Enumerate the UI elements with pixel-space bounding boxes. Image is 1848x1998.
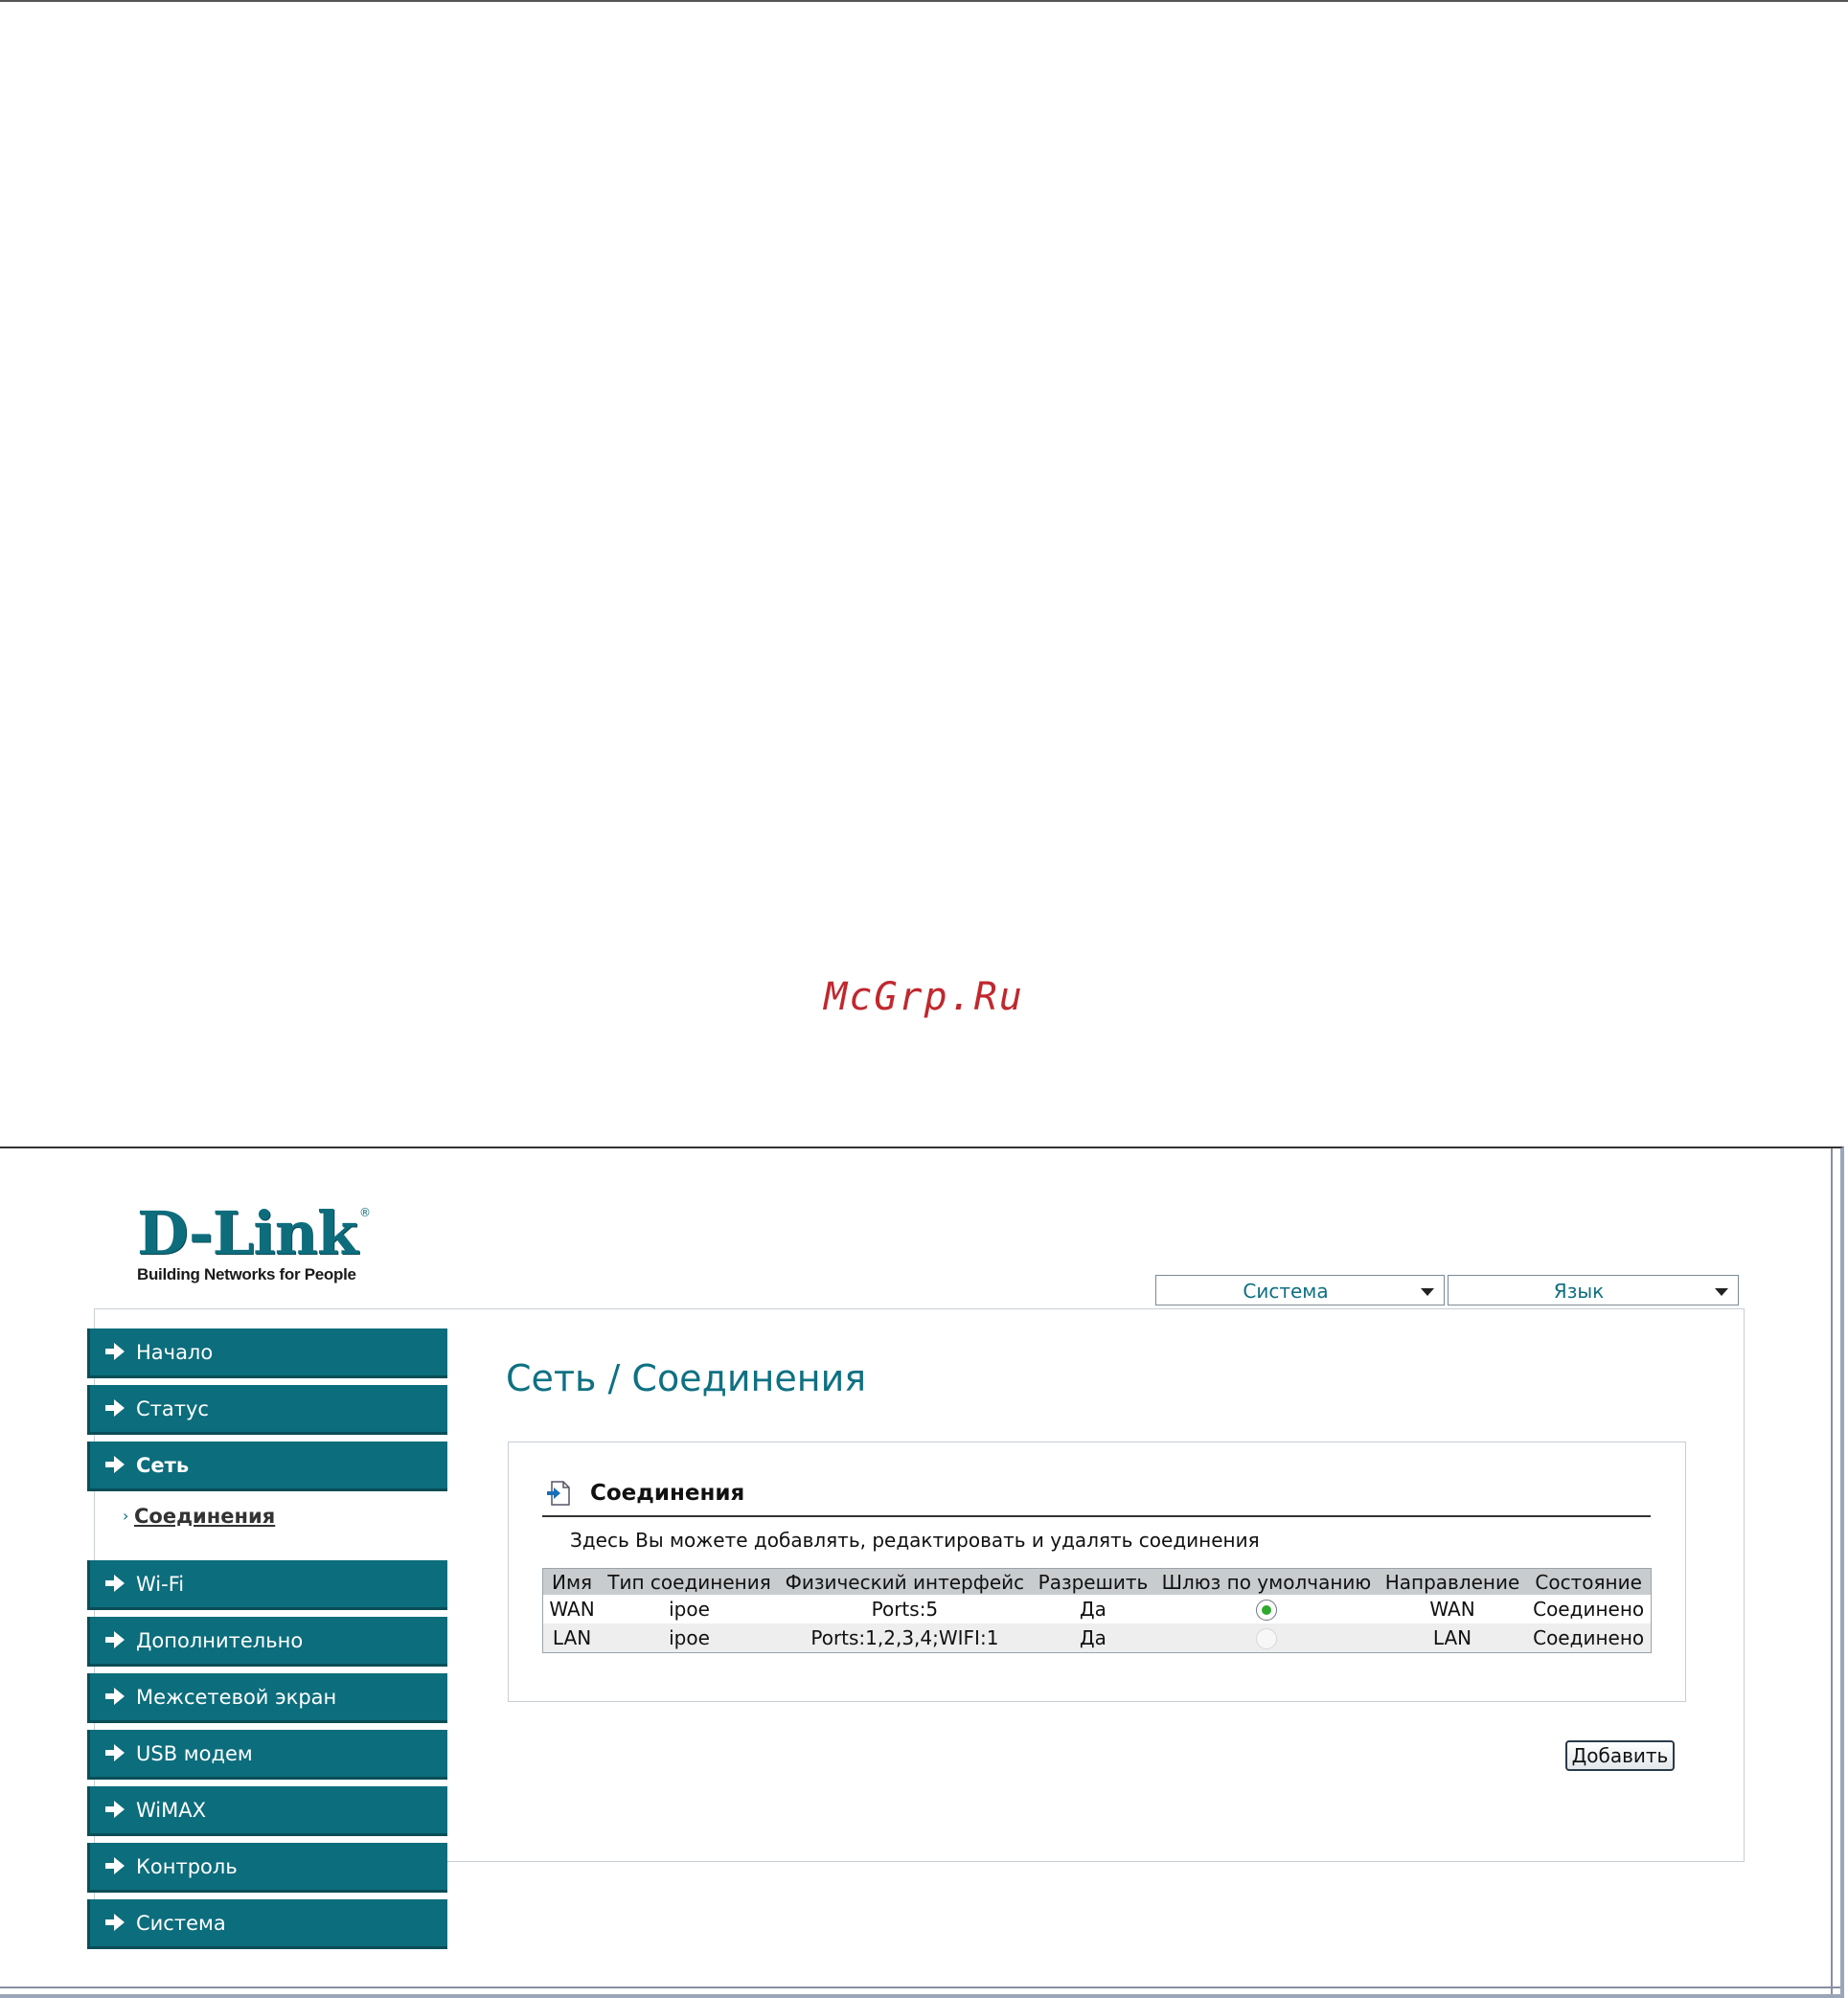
dlink-logo: D-Link ® Building Networks for People xyxy=(137,1198,371,1284)
chevron-down-icon xyxy=(1421,1288,1434,1296)
router-web-ui-screenshot: D-Link ® Building Networks for People Си… xyxy=(0,1147,1844,1998)
arrow-right-icon xyxy=(105,1744,125,1761)
system-menu-select[interactable]: Система xyxy=(1155,1275,1445,1306)
system-menu-label: Система xyxy=(1243,1280,1329,1303)
sidebar-item-network[interactable]: Сеть xyxy=(87,1442,447,1491)
sidebar-item-label: Система xyxy=(136,1912,226,1935)
arrow-right-icon xyxy=(105,1914,125,1931)
frame-edge-bottom xyxy=(0,1987,1840,1988)
sidebar-item-label: WiMAX xyxy=(136,1799,207,1822)
sidebar-item-label: Начало xyxy=(136,1341,214,1364)
cell-direction: LAN xyxy=(1378,1623,1527,1653)
connections-table: Имя Тип соединения Физический интерфейс … xyxy=(542,1568,1652,1653)
cell-type: ipoe xyxy=(601,1623,778,1653)
cell-default-gateway xyxy=(1154,1595,1379,1623)
default-gateway-radio[interactable] xyxy=(1255,1600,1277,1622)
cell-enabled: Да xyxy=(1031,1623,1155,1653)
column-header-name: Имя xyxy=(542,1568,602,1595)
cell-status: Соединено xyxy=(1526,1595,1652,1623)
document-arrow-icon xyxy=(547,1481,570,1506)
column-header-direction: Направление xyxy=(1378,1568,1527,1595)
chevron-down-icon xyxy=(1715,1288,1728,1296)
sidebar-item-label: Межсетевой экран xyxy=(136,1686,337,1709)
section-title: Соединения xyxy=(590,1481,745,1506)
column-header-interface: Физический интерфейс xyxy=(777,1568,1032,1595)
sidebar-item-firewall[interactable]: Межсетевой экран xyxy=(87,1673,447,1723)
language-menu-select[interactable]: Язык xyxy=(1448,1275,1739,1306)
cell-name: WAN xyxy=(542,1595,602,1623)
sidebar-item-label: Статус xyxy=(136,1397,209,1420)
sidebar-item-wimax[interactable]: WiMAX xyxy=(87,1786,447,1836)
add-button[interactable]: Добавить xyxy=(1565,1740,1675,1771)
column-header-status: Состояние xyxy=(1526,1568,1652,1595)
language-menu-label: Язык xyxy=(1553,1280,1605,1303)
sidebar-item-system[interactable]: Система xyxy=(87,1899,447,1949)
cell-interface: Ports:1,2,3,4;WIFI:1 xyxy=(777,1623,1032,1653)
cell-type: ipoe xyxy=(601,1595,778,1623)
page-title: Сеть / Соединения xyxy=(506,1357,867,1399)
cell-enabled: Да xyxy=(1031,1595,1155,1623)
arrow-right-icon xyxy=(105,1688,125,1705)
connections-section: Соединения Здесь Вы можете добавлять, ре… xyxy=(508,1442,1686,1702)
logo-tagline: Building Networks for People xyxy=(137,1265,356,1283)
sidebar-subitem-connections[interactable]: Соединения xyxy=(134,1505,275,1528)
arrow-right-icon xyxy=(105,1399,125,1417)
arrow-right-icon xyxy=(105,1343,125,1360)
logo-brand: D-Link xyxy=(137,1198,358,1268)
sidebar-item-control[interactable]: Контроль xyxy=(87,1843,447,1893)
sub-item-bullet: › xyxy=(123,1507,129,1525)
sidebar-item-label: Сеть xyxy=(136,1454,190,1477)
table-row[interactable]: WAN ipoe Ports:5 Да WAN Соединено xyxy=(542,1595,1652,1623)
table-row[interactable]: LAN ipoe Ports:1,2,3,4;WIFI:1 Да LAN Сое… xyxy=(542,1623,1652,1653)
section-divider xyxy=(542,1515,1651,1517)
sidebar-item-wifi[interactable]: Wi-Fi xyxy=(87,1560,447,1610)
section-description: Здесь Вы можете добавлять, редактировать… xyxy=(570,1529,1260,1552)
arrow-right-icon xyxy=(105,1575,125,1592)
sidebar-item-usb-modem[interactable]: USB модем xyxy=(87,1730,447,1780)
sidebar-item-advanced[interactable]: Дополнительно xyxy=(87,1617,447,1667)
cell-status: Соединено xyxy=(1526,1623,1652,1653)
sidebar-item-label: Контроль xyxy=(136,1855,238,1878)
sidebar-item-label: Дополнительно xyxy=(136,1629,304,1652)
sidebar-item-status[interactable]: Статус xyxy=(87,1385,447,1435)
cell-direction: WAN xyxy=(1378,1595,1527,1623)
arrow-right-icon xyxy=(105,1857,125,1874)
default-gateway-radio[interactable] xyxy=(1255,1628,1277,1650)
sidebar-item-home[interactable]: Начало xyxy=(87,1328,447,1378)
column-header-default-gateway: Шлюз по умолчанию xyxy=(1154,1568,1379,1595)
table-header-row: Имя Тип соединения Физический интерфейс … xyxy=(542,1568,1652,1595)
column-header-type: Тип соединения xyxy=(601,1568,778,1595)
cell-interface: Ports:5 xyxy=(777,1595,1032,1623)
page-top-rule xyxy=(0,0,1848,2)
cell-name: LAN xyxy=(542,1623,602,1653)
sidebar-item-label: USB модем xyxy=(136,1742,253,1765)
cell-default-gateway xyxy=(1154,1623,1379,1653)
frame-edge-right xyxy=(1831,1148,1833,1994)
arrow-right-icon xyxy=(105,1801,125,1818)
arrow-right-icon xyxy=(105,1456,125,1473)
column-header-enabled: Разрешить xyxy=(1031,1568,1155,1595)
logo-registered-mark: ® xyxy=(359,1206,371,1219)
watermark: McGrp.Ru xyxy=(824,975,1024,1019)
arrow-right-icon xyxy=(105,1631,125,1648)
sidebar-item-label: Wi-Fi xyxy=(136,1573,185,1596)
